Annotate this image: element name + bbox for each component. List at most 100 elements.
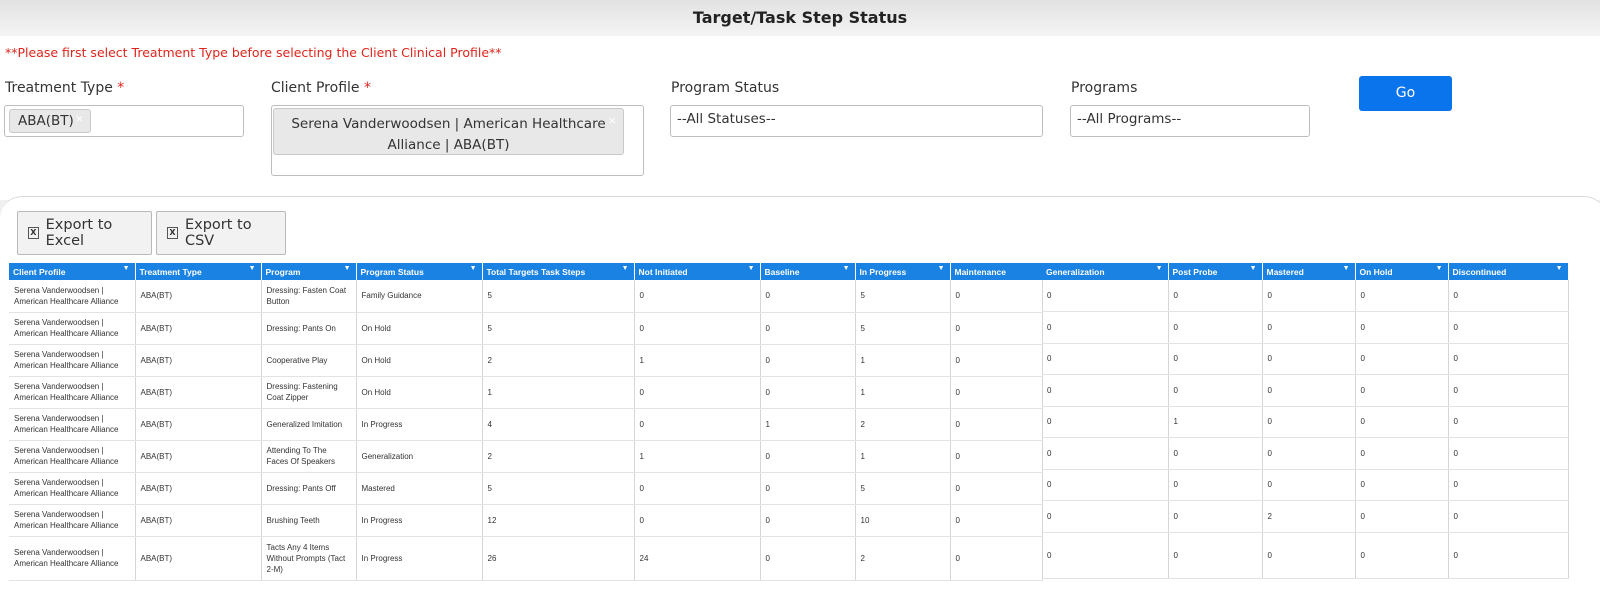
cell-post-probe: 1 (1168, 406, 1263, 438)
filter-icon[interactable]: ▼ (123, 265, 130, 272)
cell-total: 26 (482, 536, 635, 581)
cell-baseline: 0 (760, 312, 856, 345)
cell-on-hold: 0 (1355, 500, 1449, 533)
cell-on-hold: 0 (1355, 437, 1449, 470)
remove-chip-icon[interactable]: × (608, 110, 617, 131)
cell-baseline: 1 (760, 408, 856, 441)
chip-label: ABA(BT) (18, 113, 74, 129)
column-header-on-hold[interactable]: On Hold ▼ (1355, 263, 1449, 280)
cell-client: Serena Vanderwoodsen | American Healthcar… (9, 408, 136, 441)
cell-program: Dressing: Pants Off (261, 472, 357, 505)
cell-treatment: ABA(BT) (135, 312, 262, 345)
client-profile-text: American Healthcare Alliance (14, 489, 119, 498)
cell-program: Attending To The Faces Of Speakers (261, 440, 357, 473)
filter-icon[interactable]: ▼ (1156, 265, 1163, 272)
cell-baseline: 0 (760, 504, 856, 537)
program-status-select[interactable]: --All Statuses-- (670, 105, 1043, 137)
client-profile-text: Serena Vanderwoodsen | (14, 510, 104, 519)
column-header-in-progress[interactable]: In Progress ▼ (855, 263, 951, 280)
column-header-program[interactable]: Program ▼ (261, 263, 357, 280)
cell-maintenance: 0 (950, 408, 1043, 441)
cell-treatment: ABA(BT) (135, 408, 262, 441)
chip-label-line2: Alliance | ABA(BT) (387, 137, 510, 153)
column-header-label: Client Profile (13, 266, 66, 277)
programs-select[interactable]: --All Programs-- (1070, 105, 1310, 137)
cell-on-hold: 0 (1355, 311, 1449, 344)
column-header-label: Program Status (360, 266, 424, 277)
filter-icon[interactable]: ▼ (1343, 265, 1350, 272)
cell-status: Generalization (356, 440, 483, 473)
column-header-treatment-type[interactable]: Treatment Type ▼ (135, 263, 262, 280)
cell-not-initiated: 0 (634, 280, 761, 313)
filter-icon[interactable]: ▼ (938, 265, 945, 272)
column-header-mastered[interactable]: Mastered ▼ (1262, 263, 1356, 280)
cell-status: On Hold (356, 344, 483, 377)
column-header-total-targets-task-steps[interactable]: Total Targets Task Steps ▼ (482, 263, 635, 280)
filter-icon[interactable]: ▼ (1556, 265, 1563, 272)
client-profile-select[interactable]: Serena Vanderwoodsen | American Healthca… (271, 105, 644, 176)
export-excel-button[interactable]: X Export to Excel (17, 211, 152, 255)
programs-label: Programs (1071, 80, 1138, 96)
filter-icon[interactable]: ▼ (470, 265, 477, 272)
cell-total: 2 (482, 344, 635, 377)
column-header-client-profile[interactable]: Client Profile ▼ (9, 263, 136, 280)
cell-discontinued: 0 (1448, 343, 1569, 375)
column-header-label: Maintenance (954, 266, 1007, 277)
cell-discontinued: 0 (1448, 500, 1569, 533)
cell-client: Serena Vanderwoodsen | American Healthcar… (9, 536, 136, 581)
client-profile-text: Serena Vanderwoodsen | (14, 414, 104, 423)
treatment-type-label: Treatment Type * (5, 80, 125, 96)
filter-icon[interactable]: ▼ (622, 265, 629, 272)
column-header-maintenance[interactable]: Maintenance (950, 263, 1043, 280)
cell-discontinued: 0 (1448, 374, 1569, 407)
table-row: 00000 (1042, 374, 1569, 407)
column-header-label: Not Initiated (638, 266, 688, 277)
cell-in-progress: 2 (855, 536, 951, 581)
cell-not-initiated: 0 (634, 376, 761, 409)
filter-icon[interactable]: ▼ (249, 265, 256, 272)
filter-icon[interactable]: ▼ (1436, 265, 1443, 272)
cell-generalization: 0 (1042, 280, 1169, 312)
column-header-program-status[interactable]: Program Status ▼ (356, 263, 483, 280)
column-header-baseline[interactable]: Baseline ▼ (760, 263, 856, 280)
cell-maintenance: 0 (950, 280, 1043, 313)
column-header-label: Mastered (1266, 266, 1304, 277)
export-csv-button[interactable]: X Export to CSV (156, 211, 286, 255)
filter-icon[interactable]: ▼ (1250, 265, 1257, 272)
cell-maintenance: 0 (950, 536, 1043, 581)
client-profile-text: American Healthcare Alliance (14, 393, 119, 402)
column-header-not-initiated[interactable]: Not Initiated ▼ (634, 263, 761, 280)
export-csv-label: Export to CSV (184, 217, 252, 249)
remove-chip-icon[interactable]: × (75, 112, 84, 125)
column-header-label: Post Probe (1172, 266, 1218, 277)
cell-client: Serena Vanderwoodsen | American Healthcar… (9, 280, 136, 313)
cell-on-hold: 0 (1355, 406, 1449, 438)
filter-icon[interactable]: ▼ (344, 265, 351, 272)
cell-discontinued: 0 (1448, 437, 1569, 470)
client-profile-text: American Healthcare Alliance (14, 361, 119, 370)
go-button[interactable]: Go (1359, 76, 1452, 111)
column-header-discontinued[interactable]: Discontinued ▼ (1448, 263, 1569, 280)
cell-post-probe: 0 (1168, 532, 1263, 579)
cell-post-probe: 0 (1168, 280, 1263, 312)
filter-icon[interactable]: ▼ (843, 265, 850, 272)
table-row: Serena Vanderwoodsen | American Healthcar… (9, 376, 1043, 409)
filter-icon[interactable]: ▼ (748, 265, 755, 272)
treatment-type-select[interactable]: ABA(BT) × (4, 105, 244, 137)
client-profile-chip: Serena Vanderwoodsen | American Healthca… (273, 108, 624, 155)
cell-total: 5 (482, 280, 635, 313)
cell-treatment: ABA(BT) (135, 344, 262, 377)
cell-discontinued: 0 (1448, 280, 1569, 312)
cell-in-progress: 10 (855, 504, 951, 537)
programs-value: --All Programs-- (1077, 111, 1182, 127)
cell-not-initiated: 0 (634, 408, 761, 441)
cell-generalization: 0 (1042, 500, 1169, 533)
table-row: Serena Vanderwoodsen | American Healthcar… (9, 312, 1043, 345)
cell-baseline: 0 (760, 280, 856, 313)
column-header-post-probe[interactable]: Post Probe ▼ (1168, 263, 1263, 280)
cell-treatment: ABA(BT) (135, 280, 262, 313)
cell-maintenance: 0 (950, 376, 1043, 409)
client-profile-text: American Healthcare Alliance (14, 559, 119, 568)
page-title: Target/Task Step Status (692, 8, 908, 27)
column-header-generalization[interactable]: Generalization ▼ (1042, 263, 1169, 280)
